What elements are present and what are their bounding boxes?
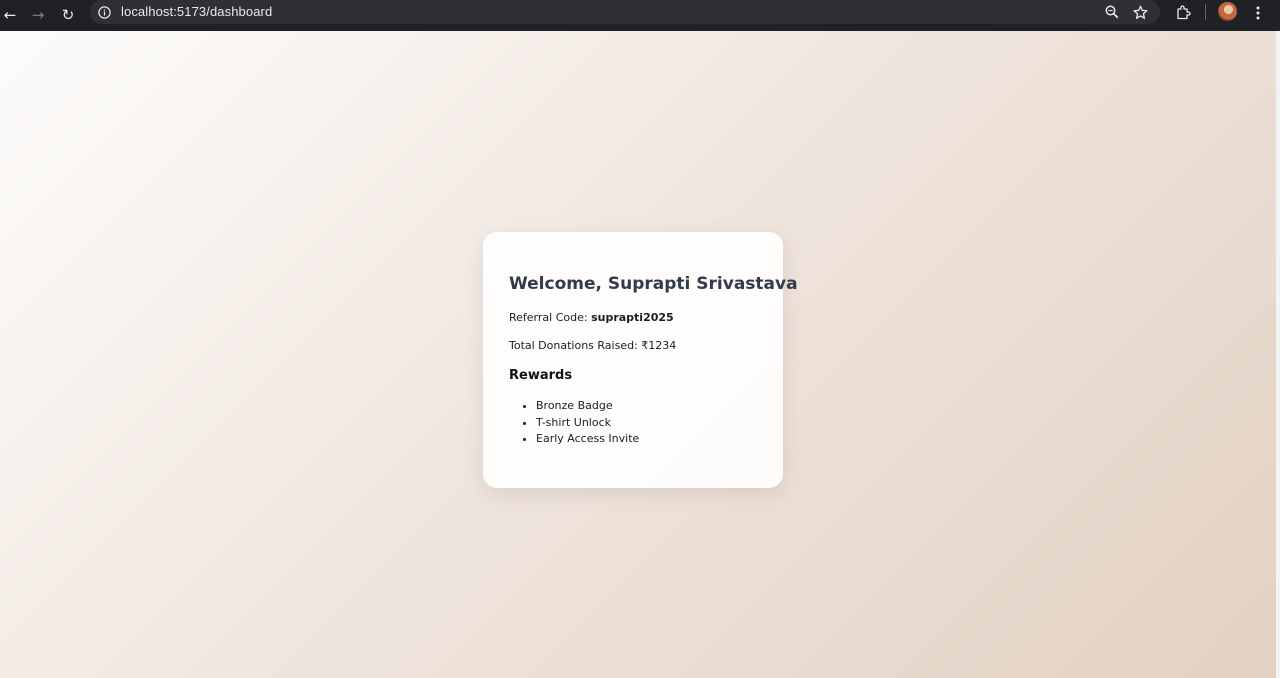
info-circle-icon[interactable] [96, 4, 112, 20]
total-donations: Total Donations Raised: ₹1234 [509, 339, 677, 352]
reward-item: T-shirt Unlock [536, 415, 757, 432]
scrollbar-track[interactable] [1276, 31, 1280, 678]
avatar[interactable] [1218, 2, 1237, 21]
reward-item: Early Access Invite [536, 431, 757, 448]
address-bar[interactable]: localhost:5173/dashboard [90, 0, 1160, 24]
referral-code-value: suprapti2025 [591, 311, 674, 324]
reward-item: Bronze Badge [536, 398, 757, 415]
arrow-left-icon: ← [3, 6, 17, 24]
referral-code-row: Referral Code: suprapti2025 [509, 311, 757, 325]
url-text[interactable]: localhost:5173/dashboard [121, 4, 272, 19]
rewards-list: Bronze Badge T-shirt Unlock Early Access… [509, 398, 757, 448]
page-background: Welcome, Suprapti Srivastava Referral Co… [0, 31, 1280, 678]
zoom-icon[interactable] [1102, 2, 1122, 22]
reload-button[interactable]: ↻ [58, 4, 78, 26]
forward-button[interactable]: → [28, 4, 48, 26]
back-button[interactable]: ← [0, 4, 20, 26]
star-icon[interactable] [1130, 2, 1150, 22]
toolbar-divider [1205, 4, 1206, 20]
browser-toolbar: ← → ↻ localhost:5173/dashboard [0, 0, 1280, 31]
arrow-right-icon: → [31, 6, 45, 24]
more-vertical-icon[interactable] [1247, 2, 1269, 24]
reload-icon: ↻ [61, 6, 75, 24]
referral-code-label: Referral Code: [509, 311, 592, 324]
puzzle-icon[interactable] [1172, 2, 1194, 24]
rewards-heading: Rewards [509, 368, 573, 383]
welcome-heading: Welcome, Suprapti Srivastava [509, 274, 798, 294]
dashboard-card: Welcome, Suprapti Srivastava Referral Co… [483, 232, 798, 488]
